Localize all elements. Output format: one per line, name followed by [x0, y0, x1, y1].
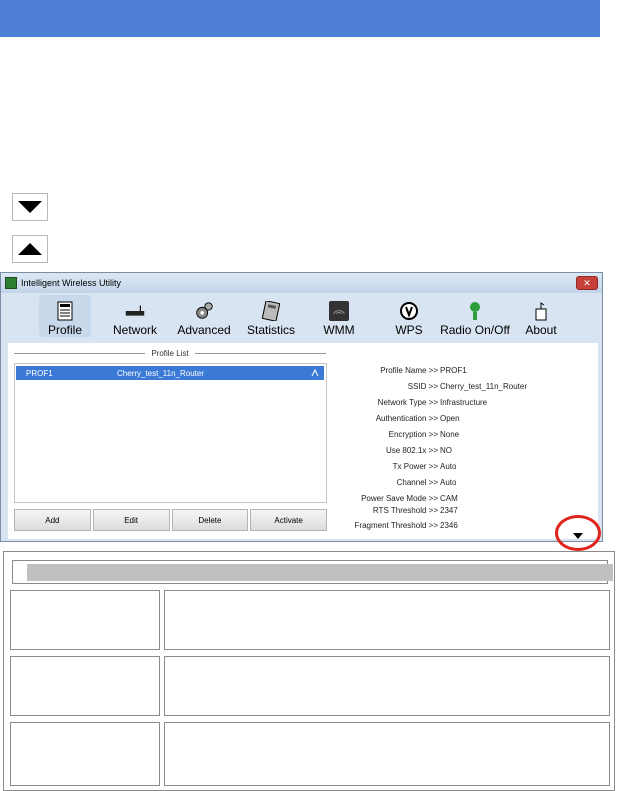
delete-button[interactable]: Delete: [171, 509, 249, 531]
wps-icon: [399, 301, 419, 321]
description-table: [3, 551, 615, 791]
tab-about[interactable]: About: [521, 295, 561, 337]
edit-button[interactable]: Edit: [92, 509, 170, 531]
detail-row: Network Type >> Infrastructure: [377, 398, 488, 407]
tab-label: About: [525, 323, 557, 337]
detail-row: Authentication >> Open: [375, 414, 460, 423]
triangle-down-icon: [18, 201, 42, 213]
window-title: Intelligent Wireless Utility: [21, 278, 122, 288]
tab-label: Network: [112, 323, 157, 337]
detail-row: Channel >> Auto: [396, 478, 457, 487]
activate-button[interactable]: Activate: [250, 509, 327, 531]
statistics-icon: [261, 301, 281, 321]
toolbar: Profile Network Advanced Statistics WMM: [9, 295, 594, 337]
profile-list-title: Profile List: [151, 349, 189, 358]
app-icon: [5, 277, 17, 289]
network-icon: [125, 301, 145, 321]
profile-button-bar: Add Edit Delete Activate: [14, 509, 327, 531]
advanced-icon: [194, 301, 214, 321]
tab-label: WPS: [395, 323, 423, 337]
tab-network[interactable]: Network: [105, 295, 165, 337]
window-titlebar: Intelligent Wireless Utility ✕: [1, 273, 602, 293]
profile-icon: [55, 301, 75, 321]
tab-wmm[interactable]: WMM: [317, 295, 361, 337]
radio-icon: [465, 301, 485, 321]
detail-row: Power Save Mode >> CAM: [361, 494, 458, 503]
tab-label: Statistics: [246, 323, 295, 337]
add-button[interactable]: Add: [14, 509, 91, 531]
table-header-bar: [27, 564, 613, 581]
profile-panel: Profile List PROF1 Cherry_test_11n_Route…: [8, 343, 598, 539]
profile-row[interactable]: PROF1 Cherry_test_11n_Router: [16, 366, 324, 380]
profile-row-name: PROF1: [26, 368, 53, 378]
table-cell: [164, 722, 610, 786]
tab-label: WMM: [323, 323, 355, 337]
detail-row: SSID >> Cherry_test_11n_Router: [407, 382, 528, 391]
more-details-highlight[interactable]: [555, 515, 601, 551]
detail-row: Use 802.1x >> NO: [385, 446, 452, 455]
detail-row: Encryption >> None: [388, 430, 460, 439]
table-cell: [164, 656, 610, 716]
detail-row: RTS Threshold >> 2347: [372, 506, 458, 515]
table-cell: [10, 722, 160, 786]
table-cell: [10, 656, 160, 716]
table-cell: [164, 590, 610, 650]
profile-row-ssid: Cherry_test_11n_Router: [117, 368, 205, 378]
tab-wps[interactable]: WPS: [387, 295, 431, 337]
more-arrow-icon: [573, 533, 583, 539]
tab-label: Radio On/Off: [440, 323, 510, 337]
tab-label: Profile: [47, 323, 82, 337]
tab-radio-on-off[interactable]: Radio On/Off: [439, 295, 511, 337]
detail-row: Profile Name >> PROF1: [380, 366, 467, 375]
window-close-button[interactable]: ✕: [576, 276, 598, 290]
tab-label: Advanced: [177, 323, 231, 337]
expand-down-button[interactable]: [12, 193, 48, 221]
page-header-banner: [0, 0, 600, 37]
table-header: [12, 560, 613, 584]
triangle-up-icon: [18, 243, 42, 255]
profile-details: Profile Name >> PROF1 SSID >> Cherry_test_…: [338, 363, 593, 533]
profile-list[interactable]: PROF1 Cherry_test_11n_Router: [14, 363, 327, 503]
utility-window: Intelligent Wireless Utility ✕ Profile N…: [0, 272, 603, 542]
detail-row: Tx Power >> Auto: [392, 462, 457, 471]
tab-profile[interactable]: Profile: [39, 295, 91, 337]
about-icon: [531, 301, 551, 321]
tab-advanced[interactable]: Advanced: [175, 295, 233, 337]
connected-icon: [310, 368, 320, 378]
table-cell: [10, 590, 160, 650]
profile-list-heading: Profile List: [14, 349, 327, 358]
wmm-icon: [329, 301, 349, 321]
tab-statistics[interactable]: Statistics: [243, 295, 299, 337]
collapse-up-button[interactable]: [12, 235, 48, 263]
